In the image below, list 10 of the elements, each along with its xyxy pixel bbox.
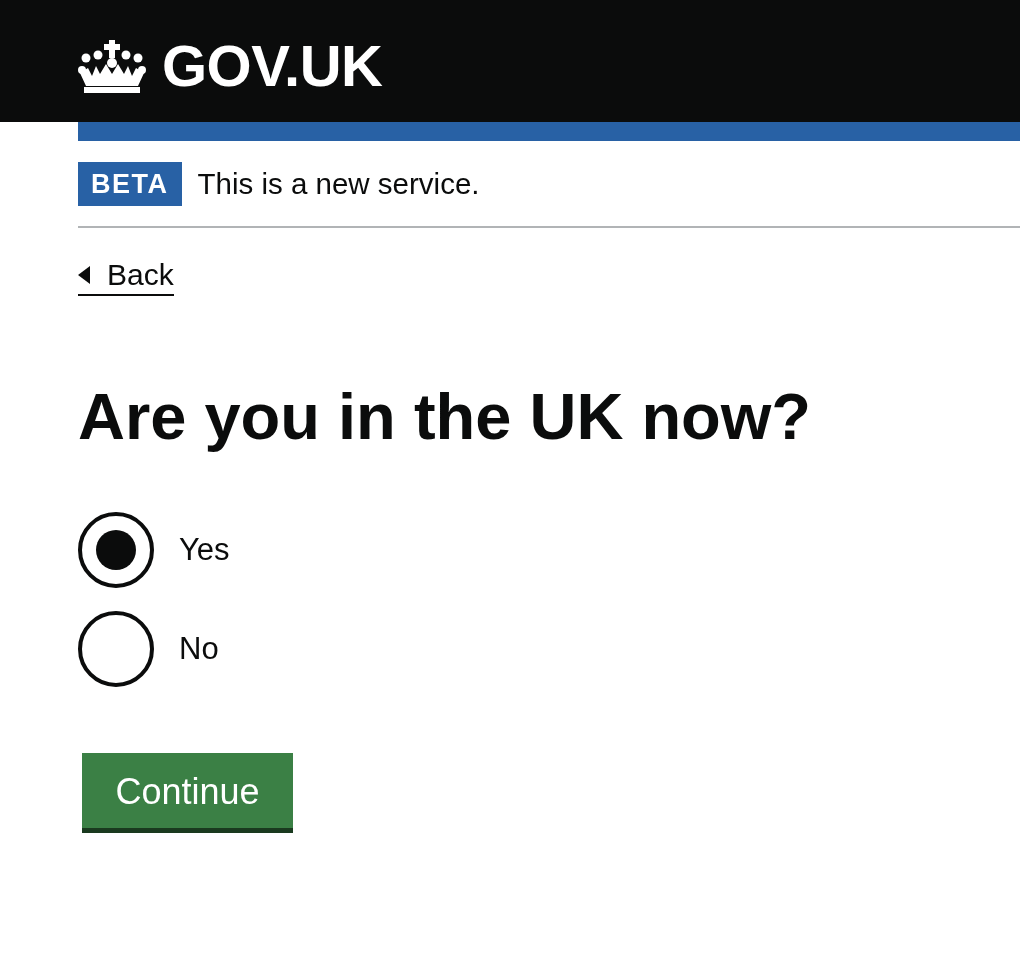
option-label[interactable]: Yes (179, 532, 230, 568)
crown-icon (78, 39, 146, 93)
question-heading: Are you in the UK now? (78, 380, 813, 454)
caret-icon (78, 266, 90, 284)
phase-tag: BETA (78, 162, 182, 206)
option-label[interactable]: No (179, 631, 219, 667)
back-link[interactable]: Back (78, 258, 174, 296)
continue-button[interactable]: Continue (82, 753, 293, 833)
phase-banner-text: This is a new service. (197, 167, 480, 201)
home-link[interactable]: GOV.UK (78, 36, 383, 96)
